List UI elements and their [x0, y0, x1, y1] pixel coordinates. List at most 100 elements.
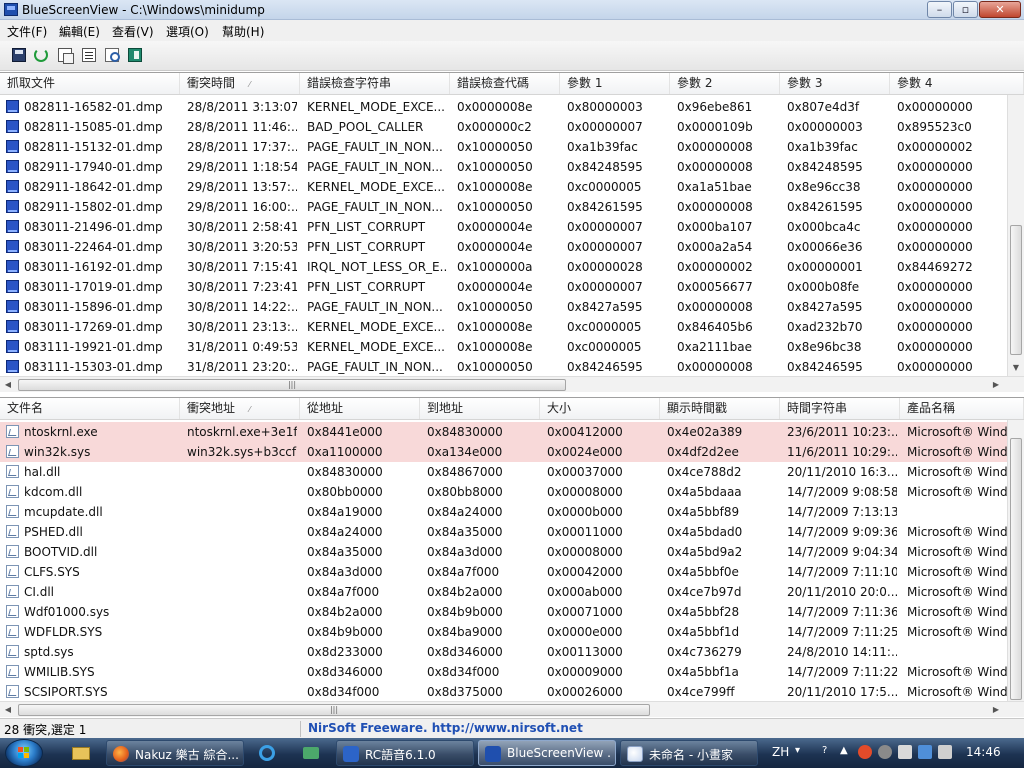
table-row[interactable]: 082911-17940-01.dmp 29/8/2011 1:18:54 PAGE…: [0, 157, 1008, 177]
table-row[interactable]: CI.dll 0x84a7f000 0x84b2a000 0x000ab000 0x4c…: [0, 582, 1008, 602]
column-header[interactable]: 錯誤檢查字符串: [300, 73, 450, 94]
driver-list-horizontal-scroll-thumb[interactable]: |||: [18, 704, 650, 716]
driver-file-icon: [6, 645, 19, 658]
table-cell: 0xc0000005: [567, 340, 642, 354]
refresh-button[interactable]: [32, 46, 50, 64]
scroll-left-arrow-icon[interactable]: ◀: [0, 705, 16, 714]
nirsoft-link[interactable]: NirSoft Freeware. http://www.nirsoft.net: [308, 721, 583, 735]
column-header-sorted[interactable]: 衝突時間 ⁄: [180, 73, 300, 94]
table-row[interactable]: PSHED.dll 0x84a24000 0x84a35000 0x00011000 0…: [0, 522, 1008, 542]
properties-button[interactable]: [80, 46, 98, 64]
column-header[interactable]: 參數 4: [890, 73, 1024, 94]
table-row[interactable]: mcupdate.dll 0x84a19000 0x84a24000 0x0000b0…: [0, 502, 1008, 522]
column-header[interactable]: 錯誤檢查代碼: [450, 73, 560, 94]
table-row[interactable]: win32k.sys win32k.sys+b3ccf 0xa1100000 0xa1…: [0, 442, 1008, 462]
table-cell: 0x00000003: [787, 120, 863, 134]
table-cell: [187, 542, 297, 562]
table-row[interactable]: Wdf01000.sys 0x84b2a000 0x84b9b000 0x000710…: [0, 602, 1008, 622]
clock[interactable]: 14:46: [966, 745, 1001, 759]
table-row[interactable]: 083011-21496-01.dmp 30/8/2011 2:58:41 PFN_…: [0, 217, 1008, 237]
language-indicator[interactable]: ZH: [772, 745, 789, 759]
column-header[interactable]: 參數 1: [560, 73, 670, 94]
table-row[interactable]: kdcom.dll 0x80bb0000 0x80bb8000 0x00008000 0…: [0, 482, 1008, 502]
tray-app-icon[interactable]: [858, 745, 872, 759]
column-header[interactable]: 參數 3: [780, 73, 890, 94]
menu-view[interactable]: 查看(V): [112, 23, 154, 40]
taskbar-task-firefox[interactable]: Nakuz 樂古 綜合...: [106, 740, 244, 766]
column-header[interactable]: 文件名: [0, 398, 180, 419]
taskbar-task-paint[interactable]: 未命名 - 小畫家: [620, 740, 758, 766]
table-row[interactable]: hal.dll 0x84830000 0x84867000 0x00037000 0x4…: [0, 462, 1008, 482]
network-tray-icon[interactable]: [918, 745, 932, 759]
table-cell: 0x84ba9000: [427, 625, 503, 639]
table-row[interactable]: 083111-15303-01.dmp 31/8/2011 23:20:... PA…: [0, 357, 1008, 377]
menu-options[interactable]: 選項(O): [166, 23, 209, 40]
column-header[interactable]: 顯示時間戳: [660, 398, 780, 419]
column-header[interactable]: 到地址: [420, 398, 540, 419]
table-cell: 0x84246595: [567, 360, 643, 374]
scroll-down-arrow-icon[interactable]: ▼: [1008, 363, 1024, 372]
ie-quicklaunch[interactable]: [256, 742, 278, 764]
column-header[interactable]: 時間字符串: [780, 398, 900, 419]
tray-help-icon[interactable]: ?: [822, 745, 827, 756]
table-row[interactable]: sptd.sys 0x8d233000 0x8d346000 0x00113000 0x…: [0, 642, 1008, 662]
table-row[interactable]: BOOTVID.dll 0x84a35000 0x84a3d000 0x0000800…: [0, 542, 1008, 562]
menu-edit[interactable]: 編輯(E): [59, 23, 100, 40]
table-row[interactable]: 082911-18642-01.dmp 29/8/2011 13:57:... KE…: [0, 177, 1008, 197]
table-cell: [907, 502, 1008, 522]
save-button[interactable]: [10, 46, 28, 64]
table-row[interactable]: 083011-15896-01.dmp 30/8/2011 14:22:... PA…: [0, 297, 1008, 317]
window-title: BlueScreenView - C:\Windows\minidump: [22, 3, 265, 17]
exit-button[interactable]: [126, 46, 144, 64]
table-row[interactable]: 083011-22464-01.dmp 30/8/2011 3:20:53 PFN_…: [0, 237, 1008, 257]
scroll-left-arrow-icon[interactable]: ◀: [0, 380, 16, 389]
table-row[interactable]: 083011-16192-01.dmp 30/8/2011 7:15:41 IRQL…: [0, 257, 1008, 277]
column-header[interactable]: 參數 2: [670, 73, 780, 94]
crash-list-horizontal-scrollbar[interactable]: ◀ ||| ▶: [0, 376, 1024, 392]
column-header[interactable]: 從地址: [300, 398, 420, 419]
table-row[interactable]: 083011-17269-01.dmp 30/8/2011 23:13:... KE…: [0, 317, 1008, 337]
table-row[interactable]: ntoskrnl.exe ntoskrnl.exe+3e1fa 0x8441e000…: [0, 422, 1008, 442]
start-button[interactable]: [5, 739, 43, 767]
table-cell: 0x84b9b000: [427, 605, 503, 619]
volume-icon[interactable]: [938, 745, 952, 759]
table-row[interactable]: 082911-15802-01.dmp 29/8/2011 16:00:... PA…: [0, 197, 1008, 217]
close-button[interactable]: ✕: [979, 1, 1021, 18]
explorer-quicklaunch[interactable]: [70, 742, 92, 764]
taskbar-task-bluescreenview[interactable]: BlueScreenView ...: [478, 740, 616, 766]
table-row[interactable]: 083111-19921-01.dmp 31/8/2011 0:49:53 KERN…: [0, 337, 1008, 357]
minimize-button[interactable]: –: [927, 1, 952, 18]
maximize-button[interactable]: ▫: [953, 1, 978, 18]
tray-app-icon[interactable]: [898, 745, 912, 759]
crash-list-vertical-scrollbar[interactable]: ▼: [1007, 95, 1024, 376]
driver-list-vertical-scrollbar[interactable]: [1007, 420, 1024, 701]
show-hidden-icons-icon[interactable]: ▲: [840, 745, 848, 756]
driver-list-horizontal-scrollbar[interactable]: ◀ ||| ▶: [0, 701, 1024, 717]
crash-list-horizontal-scroll-thumb[interactable]: |||: [18, 379, 566, 391]
table-row[interactable]: 082811-16582-01.dmp 28/8/2011 3:13:07 KERN…: [0, 97, 1008, 117]
table-row[interactable]: WDFLDR.SYS 0x84b9b000 0x84ba9000 0x0000e000…: [0, 622, 1008, 642]
table-row[interactable]: 082811-15132-01.dmp 28/8/2011 17:37:... PA…: [0, 137, 1008, 157]
taskbar-task-rc-voice[interactable]: RC語音6.1.0: [336, 740, 474, 766]
table-cell: 0x1000008e: [457, 320, 533, 334]
tray-app-icon[interactable]: [878, 745, 892, 759]
driver-list-vertical-scroll-thumb[interactable]: [1010, 438, 1022, 700]
scroll-right-arrow-icon[interactable]: ▶: [988, 380, 1004, 389]
network-quicklaunch[interactable]: [300, 742, 322, 764]
find-button[interactable]: [103, 46, 121, 64]
menu-help[interactable]: 幫助(H): [222, 23, 264, 40]
table-row[interactable]: WMILIB.SYS 0x8d346000 0x8d34f000 0x00009000…: [0, 662, 1008, 682]
column-header-sorted[interactable]: 衝突地址 ⁄: [180, 398, 300, 419]
menu-file[interactable]: 文件(F): [7, 23, 47, 40]
crash-list-vertical-scroll-thumb[interactable]: [1010, 225, 1022, 355]
table-row[interactable]: 082811-15085-01.dmp 28/8/2011 11:46:... BA…: [0, 117, 1008, 137]
table-row[interactable]: CLFS.SYS 0x84a3d000 0x84a7f000 0x00042000 0x…: [0, 562, 1008, 582]
table-row[interactable]: 083011-17019-01.dmp 30/8/2011 7:23:41 PFN_…: [0, 277, 1008, 297]
input-method-icon[interactable]: ▾: [795, 745, 800, 756]
column-header[interactable]: 大小: [540, 398, 660, 419]
column-header[interactable]: 產品名稱: [900, 398, 1024, 419]
scroll-right-arrow-icon[interactable]: ▶: [988, 705, 1004, 714]
copy-button[interactable]: [56, 46, 74, 64]
table-row[interactable]: SCSIPORT.SYS 0x8d34f000 0x8d375000 0x000260…: [0, 682, 1008, 702]
column-header[interactable]: 抓取文件: [0, 73, 180, 94]
